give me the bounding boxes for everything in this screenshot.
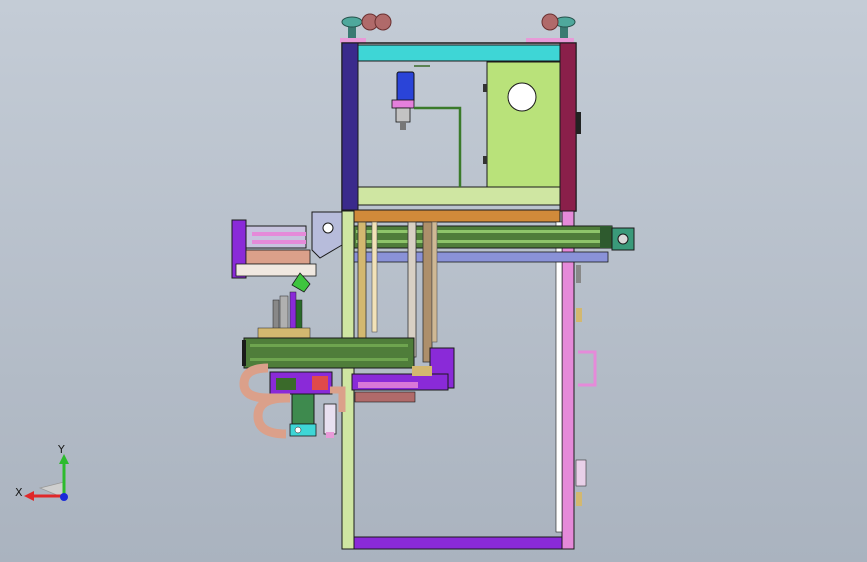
machine-assembly-drawing[interactable] xyxy=(0,0,867,562)
lower-slide-rail[interactable] xyxy=(242,337,415,369)
motor-mount-panel[interactable] xyxy=(483,61,561,188)
leveling-foot-left xyxy=(340,13,392,43)
coordinate-triad-icon[interactable] xyxy=(24,454,69,501)
sensor-stack xyxy=(257,291,311,339)
side-handle[interactable] xyxy=(575,265,597,506)
axis-y-label: Y xyxy=(58,443,65,456)
linear-rail[interactable] xyxy=(353,225,613,263)
small-actuator xyxy=(289,393,337,438)
mounting-plate xyxy=(341,209,561,223)
motor-icon[interactable] xyxy=(391,65,430,130)
rail-end-block xyxy=(611,227,635,251)
air-pipe xyxy=(414,106,462,187)
leveling-foot-right xyxy=(526,13,576,43)
left-cylinder-assembly[interactable] xyxy=(231,211,343,293)
axis-x-label: X xyxy=(15,486,23,499)
cad-viewport[interactable]: X Y xyxy=(0,0,867,562)
